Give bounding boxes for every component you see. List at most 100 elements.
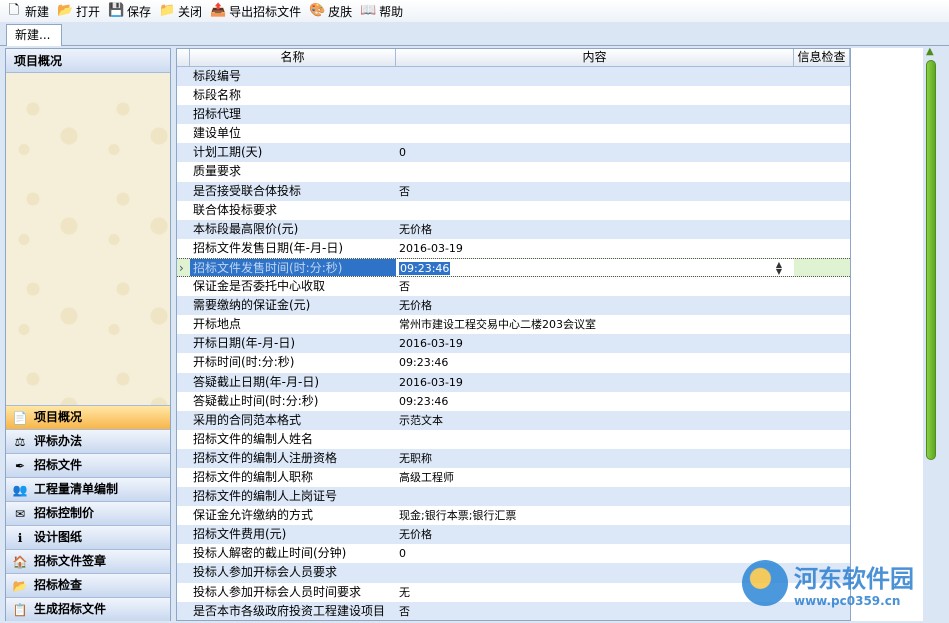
nav-item-6[interactable]: 🏠 招标文件签章: [6, 549, 170, 573]
toolbar-button-3[interactable]: 📁 关闭: [157, 1, 208, 21]
column-header-content[interactable]: 内容: [396, 49, 794, 66]
cell-check[interactable]: [794, 506, 850, 525]
cell-content[interactable]: 常州市建设工程交易中心二楼203会议室: [396, 315, 794, 334]
cell-name[interactable]: 投标人解密的截止时间(分钟): [190, 544, 396, 563]
cell-name[interactable]: 开标地点: [190, 315, 396, 334]
cell-content[interactable]: 09:23:46 ▲ ▼: [396, 258, 794, 277]
cell-name[interactable]: 计划工期(天): [190, 143, 396, 162]
table-row[interactable]: 招标代理: [177, 105, 850, 125]
cell-content[interactable]: [396, 105, 794, 124]
cell-check[interactable]: [794, 373, 850, 392]
table-row[interactable]: 招标文件发售日期(年-月-日) 2016-03-19: [177, 238, 850, 258]
table-row[interactable]: 招标文件的编制人注册资格 无职称: [177, 448, 850, 468]
cell-check[interactable]: [794, 277, 850, 296]
cell-name[interactable]: 招标文件的编制人姓名: [190, 430, 396, 449]
nav-item-8[interactable]: 📋 生成招标文件: [6, 597, 170, 621]
cell-name[interactable]: 保证金允许缴纳的方式: [190, 506, 396, 525]
cell-content[interactable]: 无价格: [396, 525, 794, 544]
table-row[interactable]: › 招标文件发售时间(时:分:秒) 09:23:46 ▲ ▼: [177, 257, 850, 278]
cell-content[interactable]: 2016-03-19: [396, 334, 794, 353]
column-header-check[interactable]: 信息检查: [794, 49, 850, 66]
table-row[interactable]: 保证金是否委托中心收取否: [177, 277, 850, 297]
cell-check[interactable]: [794, 315, 850, 334]
nav-item-2[interactable]: ✒ 招标文件: [6, 453, 170, 477]
cell-check[interactable]: [794, 353, 850, 372]
cell-content[interactable]: 否: [396, 602, 794, 620]
cell-check[interactable]: [794, 105, 850, 124]
table-row[interactable]: 答疑截止时间(时:分:秒) 09:23:46: [177, 391, 850, 411]
cell-check[interactable]: [794, 449, 850, 468]
cell-name[interactable]: 开标日期(年-月-日): [190, 334, 396, 353]
cell-name[interactable]: 是否接受联合体投标: [190, 182, 396, 201]
cell-check[interactable]: [794, 162, 850, 181]
cell-check[interactable]: [794, 143, 850, 162]
time-editor-input[interactable]: 09:23:46: [399, 261, 451, 275]
cell-name[interactable]: 招标文件的编制人上岗证号: [190, 487, 396, 506]
cell-name[interactable]: 答疑截止日期(年-月-日): [190, 373, 396, 392]
cell-check[interactable]: [794, 468, 850, 487]
cell-content[interactable]: [396, 487, 794, 506]
cell-check[interactable]: [794, 525, 850, 544]
cell-content[interactable]: 现金;银行本票;银行汇票: [396, 506, 794, 525]
cell-check[interactable]: [794, 86, 850, 105]
table-row[interactable]: 建设单位: [177, 124, 850, 144]
nav-item-5[interactable]: ℹ 设计图纸: [6, 525, 170, 549]
cell-name[interactable]: 标段编号: [190, 67, 396, 86]
cell-content[interactable]: 无: [396, 583, 794, 602]
nav-item-0[interactable]: 📄 项目概况: [6, 405, 170, 429]
cell-content[interactable]: 示范文本: [396, 411, 794, 430]
table-row[interactable]: 开标日期(年-月-日) 2016-03-19: [177, 334, 850, 354]
cell-content[interactable]: 高级工程师: [396, 468, 794, 487]
cell-check[interactable]: [794, 67, 850, 86]
column-header-name[interactable]: 名称: [190, 49, 396, 66]
toolbar-button-4[interactable]: 📤 导出招标文件: [208, 1, 307, 21]
vertical-scrollbar[interactable]: ▲: [923, 46, 939, 466]
cell-name[interactable]: 投标人参加开标会人员要求: [190, 563, 396, 582]
table-row[interactable]: 招标文件的编制人姓名: [177, 429, 850, 449]
cell-name[interactable]: 质量要求: [190, 162, 396, 181]
toolbar-button-6[interactable]: 📖 帮助: [358, 1, 409, 21]
tab-new-document[interactable]: 新建...: [6, 24, 62, 46]
cell-content[interactable]: 2016-03-19: [396, 373, 794, 392]
cell-name[interactable]: 投标人参加开标会人员时间要求: [190, 583, 396, 602]
table-row[interactable]: 计划工期(天) 0: [177, 143, 850, 163]
nav-item-3[interactable]: 👥 工程量清单编制: [6, 477, 170, 501]
cell-check[interactable]: [794, 487, 850, 506]
table-row[interactable]: 需要缴纳的保证金(元) 无价格: [177, 296, 850, 316]
table-row[interactable]: 联合体投标要求: [177, 200, 850, 220]
cell-name[interactable]: 是否本市各级政府投资工程建设项目: [190, 602, 396, 620]
table-row[interactable]: 招标文件费用(元) 无价格: [177, 525, 850, 545]
cell-content[interactable]: 否: [396, 277, 794, 296]
cell-name[interactable]: 招标文件发售时间(时:分:秒): [190, 258, 396, 277]
table-row[interactable]: 保证金允许缴纳的方式 现金;银行本票;银行汇票: [177, 506, 850, 526]
cell-name[interactable]: 招标文件费用(元): [190, 525, 396, 544]
cell-check[interactable]: [794, 334, 850, 353]
nav-item-4[interactable]: ✉ 招标控制价: [6, 501, 170, 525]
cell-content[interactable]: 无价格: [396, 220, 794, 239]
cell-content[interactable]: [396, 67, 794, 86]
cell-content[interactable]: [396, 563, 794, 582]
cell-name[interactable]: 答疑截止时间(时:分:秒): [190, 392, 396, 411]
table-row[interactable]: 采用的合同范本格式 示范文本: [177, 410, 850, 430]
scroll-up-icon[interactable]: ▲: [926, 46, 934, 57]
cell-content[interactable]: 否: [396, 182, 794, 201]
cell-check[interactable]: [794, 392, 850, 411]
table-row[interactable]: 招标文件的编制人上岗证号: [177, 487, 850, 507]
cell-name[interactable]: 招标代理: [190, 105, 396, 124]
cell-check[interactable]: [794, 411, 850, 430]
nav-item-7[interactable]: 📂 招标检查: [6, 573, 170, 597]
cell-name[interactable]: 建设单位: [190, 124, 396, 143]
toolbar-button-2[interactable]: 💾 保存: [106, 1, 157, 21]
table-row[interactable]: 标段编号: [177, 67, 850, 87]
cell-name[interactable]: 开标时间(时:分:秒): [190, 353, 396, 372]
cell-check[interactable]: [794, 124, 850, 143]
cell-name[interactable]: 招标文件的编制人职称: [190, 468, 396, 487]
cell-content[interactable]: 无价格: [396, 296, 794, 315]
nav-item-1[interactable]: ⚖ 评标办法: [6, 429, 170, 453]
cell-content[interactable]: 09:23:46: [396, 353, 794, 372]
table-row[interactable]: 是否接受联合体投标否: [177, 181, 850, 201]
cell-content[interactable]: 09:23:46: [396, 392, 794, 411]
cell-name[interactable]: 招标文件的编制人注册资格: [190, 449, 396, 468]
table-row[interactable]: 标段名称: [177, 86, 850, 106]
cell-content[interactable]: 无职称: [396, 449, 794, 468]
